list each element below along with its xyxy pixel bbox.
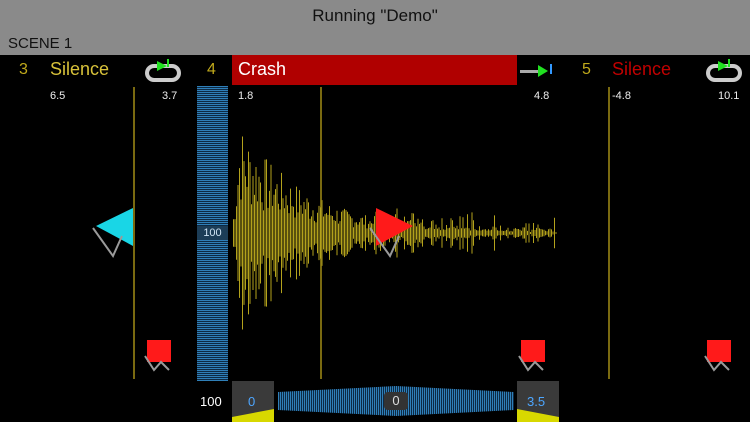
cue-marker-left[interactable] — [88, 206, 138, 266]
lane-4-title-bar[interactable]: Crash — [232, 55, 517, 85]
lane-4-number: 4 — [207, 61, 216, 78]
loop-icon[interactable] — [145, 57, 183, 83]
lane-5-left-value: -4.8 — [612, 90, 631, 102]
fade-in-value: 0 — [248, 394, 256, 409]
lane-5-name: Silence — [612, 59, 672, 79]
lane-5[interactable]: 5 Silence -4.8 10.1 — [570, 55, 750, 422]
crossfade-value: 0 — [384, 392, 408, 410]
meter-value: 100 — [197, 226, 228, 240]
lane-3[interactable]: 3 Silence 6.5 3.7 — [0, 55, 190, 422]
lane-3-number: 3 — [19, 61, 28, 78]
lane-4-name: Crash — [238, 59, 287, 79]
lane-5-number: 5 — [582, 61, 591, 78]
next-arrow-icon[interactable] — [520, 61, 558, 81]
cue-marker-right[interactable] — [368, 206, 418, 266]
loop-icon[interactable] — [706, 57, 744, 83]
lane-3-name: Silence — [50, 59, 110, 79]
meter-bottom-value: 100 — [200, 394, 222, 409]
lane-3-left-value: 6.5 — [50, 90, 66, 102]
window-title: Running "Demo" — [0, 0, 750, 32]
stop-marker[interactable] — [143, 338, 177, 372]
fade-out-value: 3.5 — [527, 394, 546, 409]
lane-4-right-value: 4.8 — [534, 90, 550, 102]
scene-bar: SCENE 1 — [0, 32, 750, 55]
lane-4-left-value: 1.8 — [238, 90, 254, 102]
lane-5-divider — [608, 87, 610, 379]
lane-3-right-value: 3.7 — [162, 90, 178, 102]
lane-5-right-value: 10.1 — [718, 90, 740, 102]
stop-marker[interactable] — [703, 338, 737, 372]
scene-label: SCENE 1 — [8, 35, 73, 52]
